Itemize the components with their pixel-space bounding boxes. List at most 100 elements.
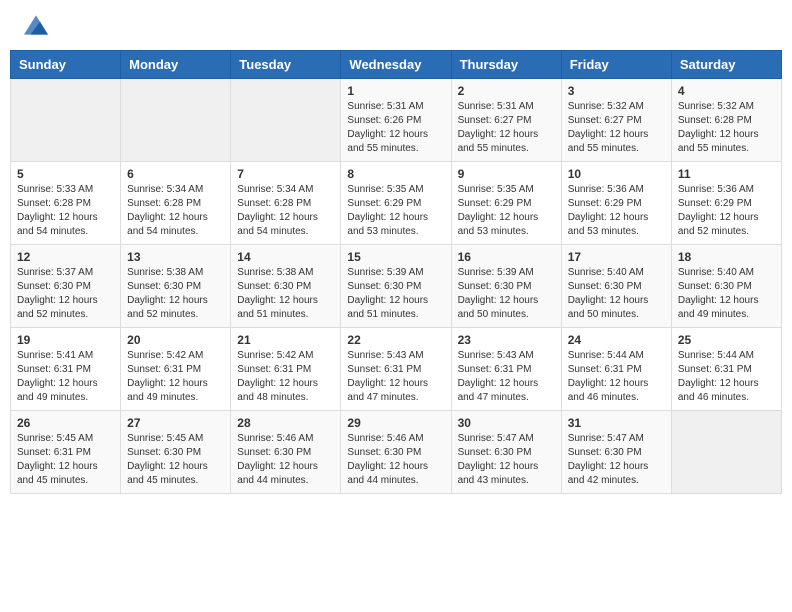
calendar-cell: 27 Sunrise: 5:45 AM Sunset: 6:30 PM Dayli… <box>121 411 231 494</box>
calendar-cell <box>121 79 231 162</box>
calendar-cell: 7 Sunrise: 5:34 AM Sunset: 6:28 PM Daylig… <box>231 162 341 245</box>
calendar-week-4: 19Sunrise: 5:41 AM Sunset: 6:31 PM Dayli… <box>11 328 782 411</box>
day-number: 10 <box>568 167 665 181</box>
cell-content: Sunrise: 5:46 AM Sunset: 6:30 PM Dayligh… <box>237 432 334 488</box>
cell-content: Sunrise: 5:40 AM Sunset: 6:30 PM Dayligh… <box>678 266 775 322</box>
calendar-cell: 10 Sunrise: 5:36 AM Sunset: 6:29 PM Dayli… <box>561 162 671 245</box>
calendar-week-2: 5 Sunrise: 5:33 AM Sunset: 6:28 PM Daylig… <box>11 162 782 245</box>
calendar-cell: 2 Sunrise: 5:31 AM Sunset: 6:27 PM Daylig… <box>451 79 561 162</box>
cell-content: Sunrise: 5:36 AM Sunset: 6:29 PM Dayligh… <box>568 183 665 239</box>
day-number: 4 <box>678 84 775 98</box>
calendar-cell: 29 Sunrise: 5:46 AM Sunset: 6:30 PM Dayli… <box>341 411 451 494</box>
calendar-cell <box>671 411 781 494</box>
calendar-cell: 30 Sunrise: 5:47 AM Sunset: 6:30 PM Dayli… <box>451 411 561 494</box>
cell-content: Sunrise: 5:38 AM Sunset: 6:30 PM Dayligh… <box>127 266 224 322</box>
day-number: 23 <box>458 333 555 347</box>
calendar-cell <box>11 79 121 162</box>
calendar-cell: 14 Sunrise: 5:38 AM Sunset: 6:30 PM Dayli… <box>231 245 341 328</box>
day-number: 28 <box>237 416 334 430</box>
cell-content: Sunrise: 5:32 AM Sunset: 6:28 PM Dayligh… <box>678 100 775 156</box>
day-number: 31 <box>568 416 665 430</box>
cell-content: Sunrise: 5:43 AM Sunset: 6:31 PM Dayligh… <box>458 349 555 405</box>
day-number: 22 <box>347 333 444 347</box>
day-header-monday: Monday <box>121 51 231 79</box>
day-number: 5 <box>17 167 114 181</box>
calendar-cell: 21Sunrise: 5:42 AM Sunset: 6:31 PM Dayli… <box>231 328 341 411</box>
day-header-tuesday: Tuesday <box>231 51 341 79</box>
calendar-cell: 20Sunrise: 5:42 AM Sunset: 6:31 PM Dayli… <box>121 328 231 411</box>
day-number: 3 <box>568 84 665 98</box>
cell-content: Sunrise: 5:31 AM Sunset: 6:26 PM Dayligh… <box>347 100 444 156</box>
day-number: 6 <box>127 167 224 181</box>
calendar-cell: 11 Sunrise: 5:36 AM Sunset: 6:29 PM Dayli… <box>671 162 781 245</box>
calendar-cell: 26 Sunrise: 5:45 AM Sunset: 6:31 PM Dayli… <box>11 411 121 494</box>
cell-content: Sunrise: 5:35 AM Sunset: 6:29 PM Dayligh… <box>458 183 555 239</box>
calendar-cell: 22 Sunrise: 5:43 AM Sunset: 6:31 PM Dayli… <box>341 328 451 411</box>
cell-content: Sunrise: 5:34 AM Sunset: 6:28 PM Dayligh… <box>237 183 334 239</box>
cell-content: Sunrise: 5:47 AM Sunset: 6:30 PM Dayligh… <box>458 432 555 488</box>
day-number: 24 <box>568 333 665 347</box>
cell-content: Sunrise: 5:42 AM Sunset: 6:31 PM Dayligh… <box>127 349 224 405</box>
cell-content: Sunrise: 5:40 AM Sunset: 6:30 PM Dayligh… <box>568 266 665 322</box>
day-number: 18 <box>678 250 775 264</box>
calendar-week-1: 1 Sunrise: 5:31 AM Sunset: 6:26 PM Daylig… <box>11 79 782 162</box>
day-number: 26 <box>17 416 114 430</box>
day-number: 14 <box>237 250 334 264</box>
calendar-cell: 17 Sunrise: 5:40 AM Sunset: 6:30 PM Dayli… <box>561 245 671 328</box>
cell-content: Sunrise: 5:32 AM Sunset: 6:27 PM Dayligh… <box>568 100 665 156</box>
calendar-cell: 19Sunrise: 5:41 AM Sunset: 6:31 PM Dayli… <box>11 328 121 411</box>
cell-content: Sunrise: 5:38 AM Sunset: 6:30 PM Dayligh… <box>237 266 334 322</box>
day-header-saturday: Saturday <box>671 51 781 79</box>
calendar-cell: 5 Sunrise: 5:33 AM Sunset: 6:28 PM Daylig… <box>11 162 121 245</box>
calendar-cell: 12 Sunrise: 5:37 AM Sunset: 6:30 PM Dayli… <box>11 245 121 328</box>
calendar-table: SundayMondayTuesdayWednesdayThursdayFrid… <box>10 50 782 494</box>
cell-content: Sunrise: 5:46 AM Sunset: 6:30 PM Dayligh… <box>347 432 444 488</box>
cell-content: Sunrise: 5:31 AM Sunset: 6:27 PM Dayligh… <box>458 100 555 156</box>
day-number: 16 <box>458 250 555 264</box>
cell-content: Sunrise: 5:41 AM Sunset: 6:31 PM Dayligh… <box>17 349 114 405</box>
calendar-cell <box>231 79 341 162</box>
day-number: 17 <box>568 250 665 264</box>
day-number: 27 <box>127 416 224 430</box>
calendar-week-5: 26 Sunrise: 5:45 AM Sunset: 6:31 PM Dayli… <box>11 411 782 494</box>
calendar-cell: 18 Sunrise: 5:40 AM Sunset: 6:30 PM Dayli… <box>671 245 781 328</box>
cell-content: Sunrise: 5:37 AM Sunset: 6:30 PM Dayligh… <box>17 266 114 322</box>
logo-icon <box>24 15 48 35</box>
day-number: 13 <box>127 250 224 264</box>
calendar-cell: 16Sunrise: 5:39 AM Sunset: 6:30 PM Dayli… <box>451 245 561 328</box>
calendar-cell: 3 Sunrise: 5:32 AM Sunset: 6:27 PM Daylig… <box>561 79 671 162</box>
cell-content: Sunrise: 5:45 AM Sunset: 6:31 PM Dayligh… <box>17 432 114 488</box>
calendar-body: 1 Sunrise: 5:31 AM Sunset: 6:26 PM Daylig… <box>11 79 782 494</box>
calendar-cell: 23 Sunrise: 5:43 AM Sunset: 6:31 PM Dayli… <box>451 328 561 411</box>
day-header-wednesday: Wednesday <box>341 51 451 79</box>
day-number: 2 <box>458 84 555 98</box>
calendar-header-row: SundayMondayTuesdayWednesdayThursdayFrid… <box>11 51 782 79</box>
day-number: 1 <box>347 84 444 98</box>
cell-content: Sunrise: 5:39 AM Sunset: 6:30 PM Dayligh… <box>347 266 444 322</box>
cell-content: Sunrise: 5:35 AM Sunset: 6:29 PM Dayligh… <box>347 183 444 239</box>
calendar-cell: 28 Sunrise: 5:46 AM Sunset: 6:30 PM Dayli… <box>231 411 341 494</box>
calendar-cell: 1 Sunrise: 5:31 AM Sunset: 6:26 PM Daylig… <box>341 79 451 162</box>
day-number: 9 <box>458 167 555 181</box>
calendar-cell: 13 Sunrise: 5:38 AM Sunset: 6:30 PM Dayli… <box>121 245 231 328</box>
cell-content: Sunrise: 5:33 AM Sunset: 6:28 PM Dayligh… <box>17 183 114 239</box>
day-header-friday: Friday <box>561 51 671 79</box>
cell-content: Sunrise: 5:45 AM Sunset: 6:30 PM Dayligh… <box>127 432 224 488</box>
day-number: 12 <box>17 250 114 264</box>
calendar-cell: 9 Sunrise: 5:35 AM Sunset: 6:29 PM Daylig… <box>451 162 561 245</box>
calendar-cell: 6 Sunrise: 5:34 AM Sunset: 6:28 PM Daylig… <box>121 162 231 245</box>
day-number: 8 <box>347 167 444 181</box>
calendar-cell: 8 Sunrise: 5:35 AM Sunset: 6:29 PM Daylig… <box>341 162 451 245</box>
cell-content: Sunrise: 5:36 AM Sunset: 6:29 PM Dayligh… <box>678 183 775 239</box>
day-number: 11 <box>678 167 775 181</box>
cell-content: Sunrise: 5:34 AM Sunset: 6:28 PM Dayligh… <box>127 183 224 239</box>
day-number: 29 <box>347 416 444 430</box>
cell-content: Sunrise: 5:47 AM Sunset: 6:30 PM Dayligh… <box>568 432 665 488</box>
logo <box>20 15 48 35</box>
calendar-cell: 15Sunrise: 5:39 AM Sunset: 6:30 PM Dayli… <box>341 245 451 328</box>
cell-content: Sunrise: 5:43 AM Sunset: 6:31 PM Dayligh… <box>347 349 444 405</box>
day-number: 30 <box>458 416 555 430</box>
day-number: 7 <box>237 167 334 181</box>
calendar-cell: 31 Sunrise: 5:47 AM Sunset: 6:30 PM Dayli… <box>561 411 671 494</box>
day-number: 25 <box>678 333 775 347</box>
